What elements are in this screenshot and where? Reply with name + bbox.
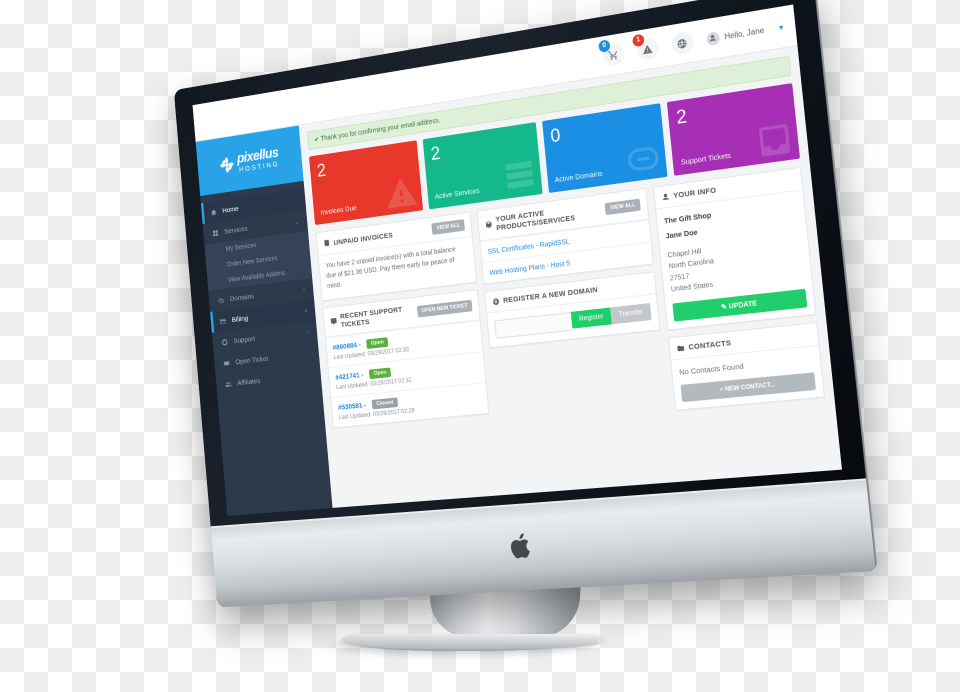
domain-search-input[interactable]	[494, 311, 573, 339]
brand-text: pixellus HOSTING	[236, 145, 279, 174]
button-label: View All	[436, 222, 461, 232]
update-info-button[interactable]: ✎ Update	[672, 288, 808, 322]
check-icon: ✔	[313, 136, 320, 144]
folder-icon	[676, 343, 685, 352]
panel-title: Contacts	[688, 338, 732, 352]
panel-title: Unpaid Invoices	[333, 230, 394, 247]
contacts-panel: Contacts No Contacts Found + New Contact…	[667, 321, 826, 411]
chevron-right-icon: ›	[302, 286, 306, 294]
user-menu[interactable]: Hello, Jane ▾	[706, 20, 784, 46]
user-greeting: Hello, Jane	[723, 25, 765, 41]
chevron-right-icon: ›	[304, 307, 308, 315]
button-label: ✎ Update	[720, 300, 758, 312]
product-link[interactable]: Web Hosting Plans - Host 5	[489, 258, 570, 277]
user-avatar-icon	[706, 30, 721, 46]
active-products-panel: Your Active Products/Services View All S…	[476, 187, 654, 285]
ticket-id[interactable]: #530581 -	[338, 401, 367, 412]
screen: 0 1 Hello, Jane ▾ pixellus HOSTING Home …	[192, 4, 842, 516]
sidebar-item-label: Home	[222, 204, 239, 215]
alerts-button[interactable]: 1	[632, 33, 660, 62]
server-stack-icon	[505, 160, 534, 189]
status-badge: Open	[369, 367, 392, 379]
credit-card-icon	[219, 317, 227, 325]
user-icon	[661, 192, 669, 201]
button-label: Open New Ticket	[421, 302, 468, 314]
imac-bezel: 0 1 Hello, Jane ▾ pixellus HOSTING Home …	[173, 0, 878, 608]
stat-card-support-tickets[interactable]: 2 Support Tickets	[667, 83, 801, 176]
center-panel-column: Your Active Products/Services View All S…	[476, 187, 661, 349]
register-domain-panel: Register a New Domain Register	[484, 271, 661, 349]
lifebuoy-icon	[220, 338, 228, 346]
ticket-id[interactable]: #860884 -	[332, 340, 361, 352]
invoice-icon	[323, 239, 330, 247]
view-all-products-button[interactable]: View All	[605, 198, 641, 216]
stat-card-active-services[interactable]: 2 Active Services	[422, 122, 543, 210]
comment-icon	[330, 317, 337, 325]
register-domain-button[interactable]: Register	[570, 307, 612, 329]
inbox-icon	[758, 123, 791, 157]
box-icon	[485, 220, 493, 229]
sidebar-item-label: Support	[233, 334, 256, 345]
status-badge: Closed	[371, 397, 398, 409]
globe-icon	[677, 37, 688, 49]
shopping-cart-icon	[608, 49, 619, 60]
sidebar-item-label: Billing	[231, 313, 249, 324]
shopping-cart-button[interactable]: 0	[598, 39, 626, 67]
imac-display-body: 0 1 Hello, Jane ▾ pixellus HOSTING Home …	[173, 0, 878, 608]
panel-title: Your Info	[672, 185, 717, 201]
your-info-body: The Gift Shop Jane Doe Chapel Hill North…	[656, 190, 815, 329]
home-icon	[209, 208, 217, 216]
imac-device: 0 1 Hello, Jane ▾ pixellus HOSTING Home …	[0, 0, 960, 692]
view-all-invoices-button[interactable]: View All	[431, 219, 465, 235]
sidebar-item-label: Domains	[229, 291, 255, 303]
open-new-ticket-button[interactable]: Open New Ticket	[416, 299, 473, 318]
warning-triangle-icon	[643, 44, 653, 54]
unpaid-invoices-panel: Unpaid Invoices View All You have 2 unpa…	[315, 211, 477, 301]
affiliates-icon	[224, 380, 232, 388]
left-panel-column: Unpaid Invoices View All You have 2 unpa…	[315, 211, 490, 428]
button-label: View All	[610, 202, 636, 212]
status-badge: Open	[366, 336, 389, 349]
main-content: ✔ Thank you for confirming your email ad…	[299, 46, 842, 516]
flower-icon	[220, 156, 235, 173]
imac-stand-base-edge	[345, 636, 603, 650]
button-label: Transfer	[618, 308, 644, 319]
chevron-right-icon: ›	[306, 329, 309, 336]
sidebar-item-label: Services	[223, 224, 248, 236]
right-panel-column: Your Info The Gift Shop Jane Doe Chapel …	[652, 166, 826, 411]
globe-button[interactable]	[670, 30, 695, 56]
stat-card-active-domains[interactable]: 0 Active Domains	[541, 103, 668, 194]
chevron-down-icon: ⌄	[294, 218, 300, 226]
sidebar-item-label: Affiliates	[236, 376, 261, 388]
button-label: Register	[578, 313, 604, 323]
ticket-icon	[222, 359, 230, 367]
transfer-domain-button[interactable]: Transfer	[610, 303, 652, 325]
globe-pin-icon	[217, 296, 225, 304]
services-grid-icon	[211, 229, 219, 237]
globe-icon	[492, 297, 500, 306]
stat-card-invoices-due[interactable]: 2 Invoices Due	[309, 140, 423, 226]
sidebar-item-label: Open Ticket	[235, 354, 269, 367]
your-info-panel: Your Info The Gift Shop Jane Doe Chapel …	[652, 166, 817, 331]
dashboard-page: 0 1 Hello, Jane ▾ pixellus HOSTING Home …	[192, 4, 842, 516]
panel-title: Recent Support Tickets	[339, 304, 403, 329]
link-chain-icon	[627, 145, 660, 172]
ticket-id[interactable]: #421741 -	[335, 370, 364, 381]
warning-triangle-icon	[384, 176, 418, 209]
apple-logo-icon	[509, 532, 531, 559]
recent-support-tickets-panel: Recent Support Tickets Open New Ticket #	[322, 288, 490, 428]
chevron-down-icon[interactable]: ▾	[779, 22, 784, 32]
sidebar-menu: Home Services ⌄ My Services Order New Se…	[200, 181, 321, 396]
address-block: Chapel Hill North Carolina 27517 United …	[667, 233, 805, 295]
button-label: + New Contact...	[719, 381, 776, 394]
